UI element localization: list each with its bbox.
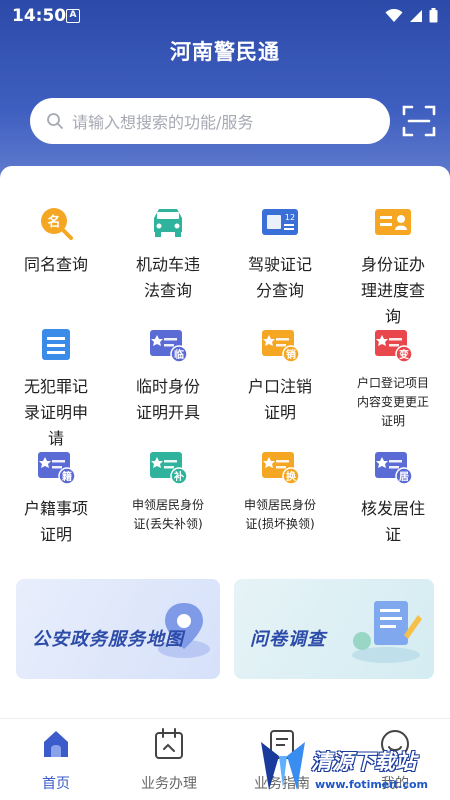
service-id-progress-query[interactable]: 身份证办 理进度查 询 xyxy=(337,204,449,330)
service-no-crime-record[interactable]: 无犯罪记 录证明申 请 xyxy=(0,326,112,452)
id-replace-icon: 换 xyxy=(262,452,300,485)
service-household-matters-certificate[interactable]: 籍户籍事项 证明 xyxy=(0,448,112,548)
watermark: 清源下载站 www.fotimeit.com xyxy=(255,728,450,800)
service-label: 无犯罪记 录证明申 请 xyxy=(23,377,88,448)
search-bar[interactable]: 请输入想搜索的功能/服务 xyxy=(30,98,390,144)
license-points-icon: 12 xyxy=(262,209,298,235)
svg-text:籍: 籍 xyxy=(61,470,72,483)
service-label: 身份证办 理进度查 询 xyxy=(360,255,425,326)
service-license-points-query[interactable]: 12 驾驶证记 分查询 xyxy=(224,204,336,304)
service-label: 临时身份 证明开具 xyxy=(135,377,200,422)
survey-icon xyxy=(352,601,422,663)
tab-home-label: 首页 xyxy=(42,776,70,792)
service-label: 户籍事项 证明 xyxy=(23,499,88,544)
id-card-progress-icon xyxy=(375,209,411,235)
service-household-change-certificate[interactable]: 变户口登记项目 内容变更更正 证明 xyxy=(337,326,449,431)
service-vehicle-violation-query[interactable]: 机动车违 法查询 xyxy=(112,204,224,304)
system-icons xyxy=(385,8,438,23)
service-id-replace-damaged[interactable]: 换申领居民身份 证(损坏换领) xyxy=(224,448,336,534)
service-same-name-query[interactable]: 名同名查询 xyxy=(0,204,112,278)
map-banner-label: 公安政务服务地图 xyxy=(32,629,184,650)
search-icon xyxy=(47,113,63,129)
service-temp-id-certificate[interactable]: 临临时身份 证明开具 xyxy=(112,326,224,426)
service-label: 同名查询 xyxy=(23,255,88,274)
service-label: 机动车违 法查询 xyxy=(135,255,200,300)
service-label: 户口注销 证明 xyxy=(247,377,312,422)
service-label: 申领居民身份 证(丢失补领) xyxy=(131,498,204,531)
service-residence-permit[interactable]: 居核发居住 证 xyxy=(337,448,449,548)
residence-permit-icon: 居 xyxy=(375,452,413,485)
service-household-cancel-certificate[interactable]: 销户口注销 证明 xyxy=(224,326,336,426)
watermark-logo-icon xyxy=(261,742,305,790)
survey-banner[interactable]: 问卷调查 xyxy=(234,579,434,679)
tab-home[interactable]: 首页 xyxy=(16,727,96,793)
search-placeholder: 请输入想搜索的功能/服务 xyxy=(72,113,254,132)
watermark-title: 清源下载站 xyxy=(311,750,416,774)
svg-text:名: 名 xyxy=(47,214,60,230)
watermark-url: www.fotimeit.com xyxy=(315,778,429,791)
no-crime-record-icon xyxy=(42,329,70,360)
car-icon xyxy=(154,209,182,237)
signal-icon xyxy=(410,9,422,22)
scan-icon[interactable] xyxy=(402,104,436,138)
temp-id-icon: 临 xyxy=(150,330,188,363)
notification-a-icon: A xyxy=(66,9,80,23)
app-title: 河南警民通 xyxy=(170,40,280,64)
household-change-icon: 变 xyxy=(375,330,413,363)
calendar-icon xyxy=(155,728,183,759)
battery-icon xyxy=(429,8,438,23)
status-bar: 14:50 A xyxy=(0,0,450,32)
svg-text:12: 12 xyxy=(285,213,295,222)
name-search-icon: 名 xyxy=(41,208,73,240)
svg-text:变: 变 xyxy=(399,348,409,361)
wifi-icon xyxy=(385,8,403,22)
svg-text:补: 补 xyxy=(173,470,184,483)
survey-banner-label: 问卷调查 xyxy=(250,629,326,650)
service-id-reissue-lost[interactable]: 补申领居民身份 证(丢失补领) xyxy=(112,448,224,534)
service-label: 驾驶证记 分查询 xyxy=(247,255,312,300)
service-label: 核发居住 证 xyxy=(360,499,425,544)
service-label: 申领居民身份 证(损坏换领) xyxy=(243,498,316,531)
svg-text:换: 换 xyxy=(286,470,297,483)
svg-text:居: 居 xyxy=(399,471,409,483)
tab-business[interactable]: 业务办理 xyxy=(129,727,209,793)
id-reissue-icon: 补 xyxy=(150,452,188,485)
home-icon xyxy=(44,731,68,757)
svg-text:临: 临 xyxy=(174,348,184,361)
household-register-icon: 籍 xyxy=(38,452,76,485)
svg-text:销: 销 xyxy=(286,348,296,361)
tab-business-label: 业务办理 xyxy=(141,776,197,792)
map-banner[interactable]: 公安政务服务地图 xyxy=(16,579,220,679)
household-cancel-icon: 销 xyxy=(262,330,300,363)
service-label: 户口登记项目 内容变更更正 证明 xyxy=(356,376,429,428)
status-time: 14:50 xyxy=(12,6,67,26)
